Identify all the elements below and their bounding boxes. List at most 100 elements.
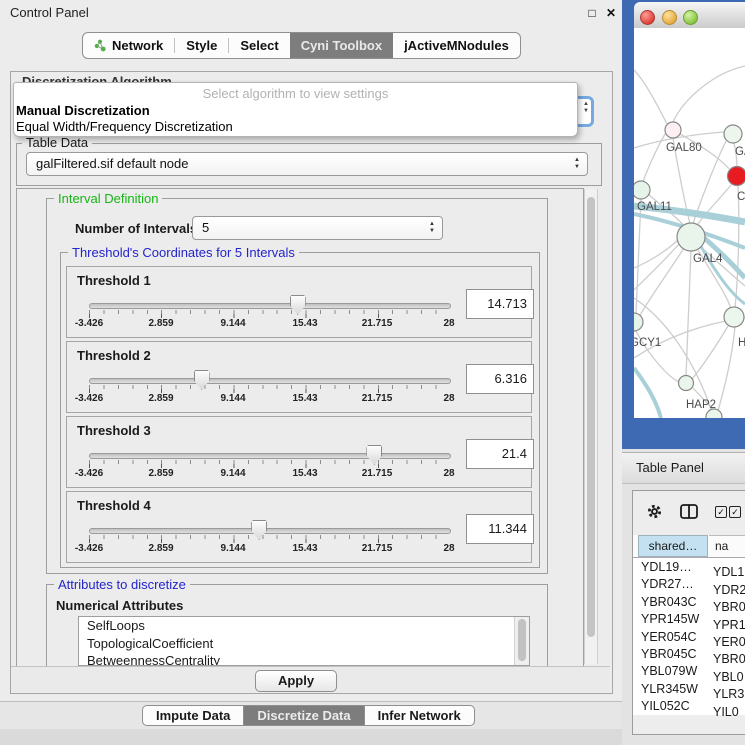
network-edge[interactable] xyxy=(718,327,735,411)
cell-shared-name[interactable]: YPR145W xyxy=(633,611,711,628)
GAL80-node[interactable] xyxy=(665,122,681,138)
network-canvas[interactable]: GAL80GACGAL11GAL4GCY1HHAP2 xyxy=(634,28,745,418)
GAL11-node[interactable] xyxy=(634,181,650,199)
network-edge[interactable] xyxy=(692,326,728,379)
numerical-attributes-list: SelfLoopsTopologicalCoefficientBetweenne… xyxy=(78,616,530,666)
numerical-attributes-label: Numerical Attributes xyxy=(56,598,183,613)
table-row[interactable]: YPR145WYPR1 xyxy=(633,611,745,628)
cell-shared-name[interactable]: YDR27… xyxy=(633,576,711,593)
tick-label: -3.426 xyxy=(75,543,103,554)
cell-shared-name[interactable]: YDL19… xyxy=(633,559,711,576)
column-header-name[interactable]: na xyxy=(709,535,745,558)
close-window-icon[interactable]: ✕ xyxy=(604,6,618,20)
minimize-traffic-light-icon[interactable] xyxy=(662,10,677,25)
dropdown-option-equal-width[interactable]: Equal Width/Frequency Discretization xyxy=(14,119,577,135)
tab-select-label: Select xyxy=(240,38,278,53)
cell-shared-name[interactable]: YBL079W xyxy=(633,663,711,680)
cell-shared-name[interactable]: YLR345W xyxy=(633,681,711,698)
network-graph: GAL80GACGAL11GAL4GCY1HHAP2 xyxy=(634,28,745,418)
HAP2-node[interactable] xyxy=(679,376,694,391)
number-of-intervals-value: 5 xyxy=(202,217,209,239)
network-edge[interactable] xyxy=(638,248,684,319)
dropdown-option-manual[interactable]: Manual Discretization xyxy=(14,103,577,119)
table-row[interactable]: YDL19…YDL1 xyxy=(633,559,745,576)
settings-vertical-scrollbar[interactable] xyxy=(584,189,598,664)
tick-label: 2.859 xyxy=(148,468,173,479)
tick-label: 28 xyxy=(443,543,454,554)
table-panel: ✓ ✓ shared… na YDL19…YDL1YDR27…YDR2YBR04… xyxy=(632,490,745,735)
threshold-slider-track[interactable] xyxy=(89,528,451,534)
table-row[interactable]: YBL079WYBL0 xyxy=(633,663,745,680)
threshold-value-field[interactable]: 6.316 xyxy=(466,364,534,394)
network-edge[interactable] xyxy=(634,70,667,124)
attribute-item[interactable]: TopologicalCoefficient xyxy=(79,635,529,653)
checkbox-icon[interactable]: ✓ xyxy=(715,506,727,518)
tab-style[interactable]: Style xyxy=(175,33,228,58)
tab-cyni-toolbox[interactable]: Cyni Toolbox xyxy=(290,33,393,58)
cell-shared-name[interactable]: YBR043C xyxy=(633,594,711,611)
combo-arrows-icon: ▲▼ xyxy=(583,101,589,115)
tick-label: 2.859 xyxy=(148,318,173,329)
threshold-value-field[interactable]: 11.344 xyxy=(466,514,534,544)
bottom-tabbar: Impute Data Discretize Data Infer Networ… xyxy=(142,705,475,726)
node-label: C xyxy=(737,191,745,203)
cell-shared-name[interactable]: YBR045C xyxy=(633,646,711,663)
tick-label: 2.859 xyxy=(148,393,173,404)
number-of-intervals-label: Number of Intervals xyxy=(75,221,197,236)
tick-label: 15.43 xyxy=(292,468,317,479)
number-of-intervals-combobox[interactable]: 5 ▲▼ xyxy=(192,216,443,240)
cell-shared-name[interactable]: YER054C xyxy=(633,629,711,646)
table-data-combobox[interactable]: galFiltered.sif default node ▲▼ xyxy=(26,152,588,176)
threshold-slider-track[interactable] xyxy=(89,453,451,459)
right-node[interactable] xyxy=(724,307,744,327)
GCY1-node[interactable] xyxy=(634,313,643,331)
cell-shared-name[interactable]: YIL052C xyxy=(633,698,711,715)
table-row[interactable]: YDR27…YDR2 xyxy=(633,576,745,593)
table-panel-toolbar: ✓ ✓ xyxy=(633,491,745,533)
attribute-items: SelfLoopsTopologicalCoefficientBetweenne… xyxy=(79,617,529,666)
checkbox-icon[interactable]: ✓ xyxy=(729,506,741,518)
gear-icon[interactable] xyxy=(646,503,663,520)
table-row[interactable]: YBR043CYBR0 xyxy=(633,594,745,611)
tab-network[interactable]: Network xyxy=(83,33,174,58)
scrollbar-thumb[interactable] xyxy=(518,619,526,661)
selected-red-node[interactable] xyxy=(728,167,745,186)
tick-label: 15.43 xyxy=(292,393,317,404)
zoom-traffic-light-icon[interactable] xyxy=(683,10,698,25)
tab-select[interactable]: Select xyxy=(229,33,289,58)
tab-impute-data[interactable]: Impute Data xyxy=(143,706,244,725)
table-row[interactable]: YLR345WYLR3 xyxy=(633,681,745,698)
tab-jactivemnodules[interactable]: jActiveMNodules xyxy=(393,33,520,58)
close-traffic-light-icon[interactable] xyxy=(640,10,655,25)
threshold-slider-track[interactable] xyxy=(89,303,451,309)
threshold-value-field[interactable]: 14.713 xyxy=(466,289,534,319)
network-edge[interactable] xyxy=(634,240,678,268)
column-header-shared-name[interactable]: shared… xyxy=(638,535,708,557)
top-right-node[interactable] xyxy=(724,125,742,143)
tab-discretize-data[interactable]: Discretize Data xyxy=(244,706,364,725)
network-edge[interactable] xyxy=(673,66,745,122)
split-columns-icon[interactable] xyxy=(680,504,698,519)
node-label: GAL80 xyxy=(666,142,702,154)
table-row[interactable]: YIL052CYIL0 xyxy=(633,698,745,715)
attributes-list-scrollbar[interactable] xyxy=(514,617,529,665)
table-row[interactable]: YER054CYER0 xyxy=(633,629,745,646)
scrollbar-thumb[interactable] xyxy=(587,197,595,637)
node-label: GA xyxy=(735,146,745,158)
GAL4-node[interactable] xyxy=(677,223,705,251)
screen: Control Panel □ ✕ Network Style Select C… xyxy=(0,0,745,745)
threshold-value-field[interactable]: 21.4 xyxy=(466,439,534,469)
panel-title: Control Panel xyxy=(10,5,89,20)
tick-label: 21.715 xyxy=(362,318,393,329)
attribute-item[interactable]: SelfLoops xyxy=(79,617,529,635)
float-window-icon[interactable]: □ xyxy=(585,6,599,20)
threshold-slider-track[interactable] xyxy=(89,378,451,384)
combo-arrows-icon: ▲▼ xyxy=(429,221,435,235)
apply-button[interactable]: Apply xyxy=(255,670,337,692)
network-edge-thick[interactable] xyxy=(634,368,661,418)
attribute-item[interactable]: BetweennessCentrality xyxy=(79,652,529,666)
cell-name[interactable]: YIL0 xyxy=(711,704,739,721)
table-row[interactable]: YBR045CYBR0 xyxy=(633,646,745,663)
network-edge[interactable] xyxy=(634,243,680,290)
tab-infer-network[interactable]: Infer Network xyxy=(365,706,474,725)
